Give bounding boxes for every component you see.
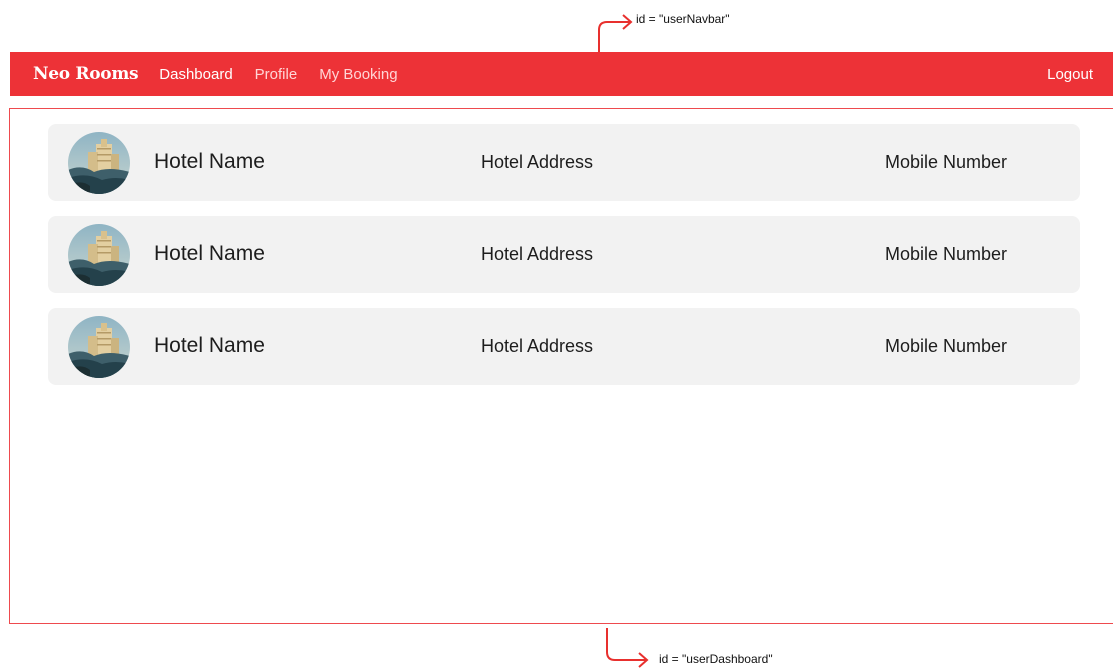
- annotation-arrow-bottom: [606, 628, 649, 668]
- hotel-photo-icon: [68, 224, 130, 286]
- hotel-address: Hotel Address: [481, 152, 594, 172]
- user-navbar: Neo Rooms Dashboard Profile My Booking L…: [10, 52, 1113, 96]
- hotel-name: Hotel Name: [154, 150, 265, 173]
- nav-link-profile[interactable]: Profile: [255, 66, 298, 83]
- hotel-mobile-number: Mobile Number: [885, 336, 1008, 356]
- annotation-arrow-top: [598, 14, 633, 54]
- dashboard-id-annotation: id = "userDashboard": [659, 652, 773, 666]
- hotel-mobile-number: Mobile Number: [885, 152, 1008, 172]
- hotel-mobile-number: Mobile Number: [885, 244, 1008, 264]
- hotel-photo-icon: [68, 132, 130, 194]
- hotel-photo-icon: [68, 316, 130, 378]
- hotel-address: Hotel Address: [481, 336, 594, 356]
- hotel-card[interactable]: Hotel Name Hotel Address Mobile Number: [48, 308, 1080, 385]
- hotel-card[interactable]: Hotel Name Hotel Address Mobile Number: [48, 124, 1080, 201]
- logout-button[interactable]: Logout: [1047, 66, 1093, 83]
- brand-logo[interactable]: Neo Rooms: [33, 64, 139, 84]
- user-dashboard: Hotel Name Hotel Address Mobile Number H…: [9, 108, 1113, 624]
- hotel-name: Hotel Name: [154, 334, 265, 357]
- hotel-card[interactable]: Hotel Name Hotel Address Mobile Number: [48, 216, 1080, 293]
- navbar-id-annotation: id = "userNavbar": [636, 12, 730, 26]
- hotel-address: Hotel Address: [481, 244, 594, 264]
- nav-link-my-booking[interactable]: My Booking: [319, 66, 397, 83]
- nav-link-dashboard[interactable]: Dashboard: [159, 66, 232, 83]
- hotel-name: Hotel Name: [154, 242, 265, 265]
